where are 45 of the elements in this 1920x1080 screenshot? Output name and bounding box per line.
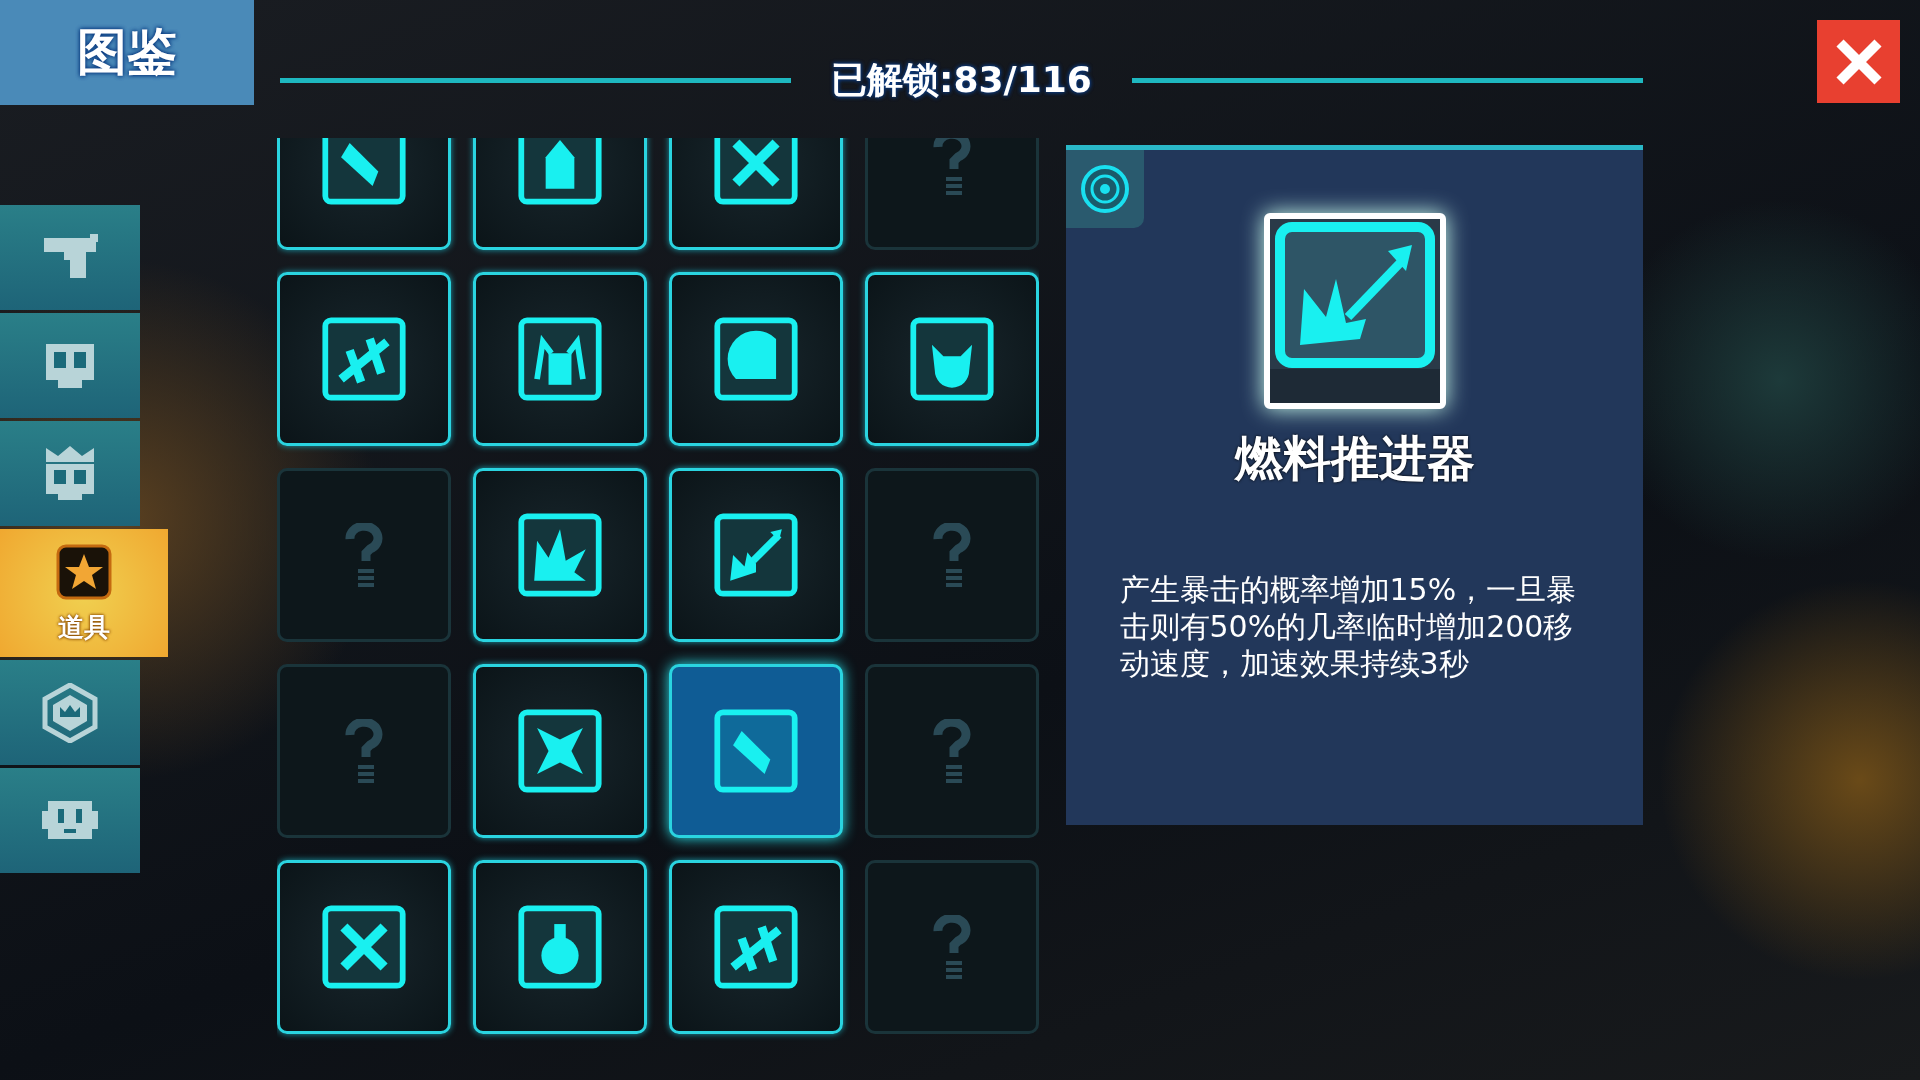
close-button[interactable] — [1817, 20, 1900, 103]
question-mark-icon — [344, 719, 384, 783]
item-slot[interactable] — [473, 664, 647, 838]
question-mark-icon — [932, 138, 972, 195]
item-emblem-icon — [517, 512, 603, 598]
item-emblem-icon — [517, 138, 603, 206]
question-mark-icon — [344, 523, 384, 587]
sidebar-tab[interactable] — [0, 313, 140, 418]
unlocked-count: 已解锁:83/116 — [831, 57, 1092, 102]
item-slot[interactable] — [865, 272, 1039, 446]
item-slot[interactable] — [669, 468, 843, 642]
item-emblem-icon — [517, 708, 603, 794]
item-emblem-icon — [321, 138, 407, 206]
rocket-burst-icon — [1263, 213, 1446, 409]
close-icon — [1833, 36, 1884, 87]
question-mark-icon — [932, 719, 972, 783]
item-name: 燃料推进器 — [1234, 429, 1475, 488]
item-emblem-icon — [321, 316, 407, 402]
item-emblem-icon — [713, 904, 799, 990]
item-slot[interactable] — [277, 272, 451, 446]
item-emblem-icon — [909, 316, 995, 402]
item-description: 产生暴击的概率增加15%，一旦暴击则有50%的几率临时增加200移动速度，加速效果持续3秒 — [1119, 571, 1578, 682]
item-slot[interactable] — [473, 860, 647, 1034]
sidebar-tab[interactable] — [0, 421, 140, 526]
crown-hexagon-icon — [40, 682, 100, 743]
question-mark-icon — [932, 915, 972, 979]
sidebar-tab[interactable] — [0, 768, 140, 873]
item-emblem-icon — [517, 316, 603, 402]
round-emblem-icon — [1079, 163, 1131, 215]
question-mark-icon — [932, 523, 972, 587]
item-slot[interactable] — [669, 272, 843, 446]
item-emblem-icon — [713, 316, 799, 402]
item-emblem-icon — [713, 512, 799, 598]
item-slot[interactable] — [277, 860, 451, 1034]
codex-title: 图鉴 — [0, 0, 254, 105]
sidebar-tab[interactable] — [0, 660, 140, 765]
item-emblem-icon — [713, 708, 799, 794]
item-slot[interactable] — [473, 272, 647, 446]
item-slot[interactable] — [669, 860, 843, 1034]
sidebar-tab[interactable] — [0, 205, 140, 310]
item-emblem-icon — [321, 904, 407, 990]
sidebar-tab[interactable]: 道具 — [0, 529, 168, 657]
item-emblem-icon — [517, 904, 603, 990]
item-emblem-icon — [713, 138, 799, 206]
item-slot[interactable] — [473, 468, 647, 642]
